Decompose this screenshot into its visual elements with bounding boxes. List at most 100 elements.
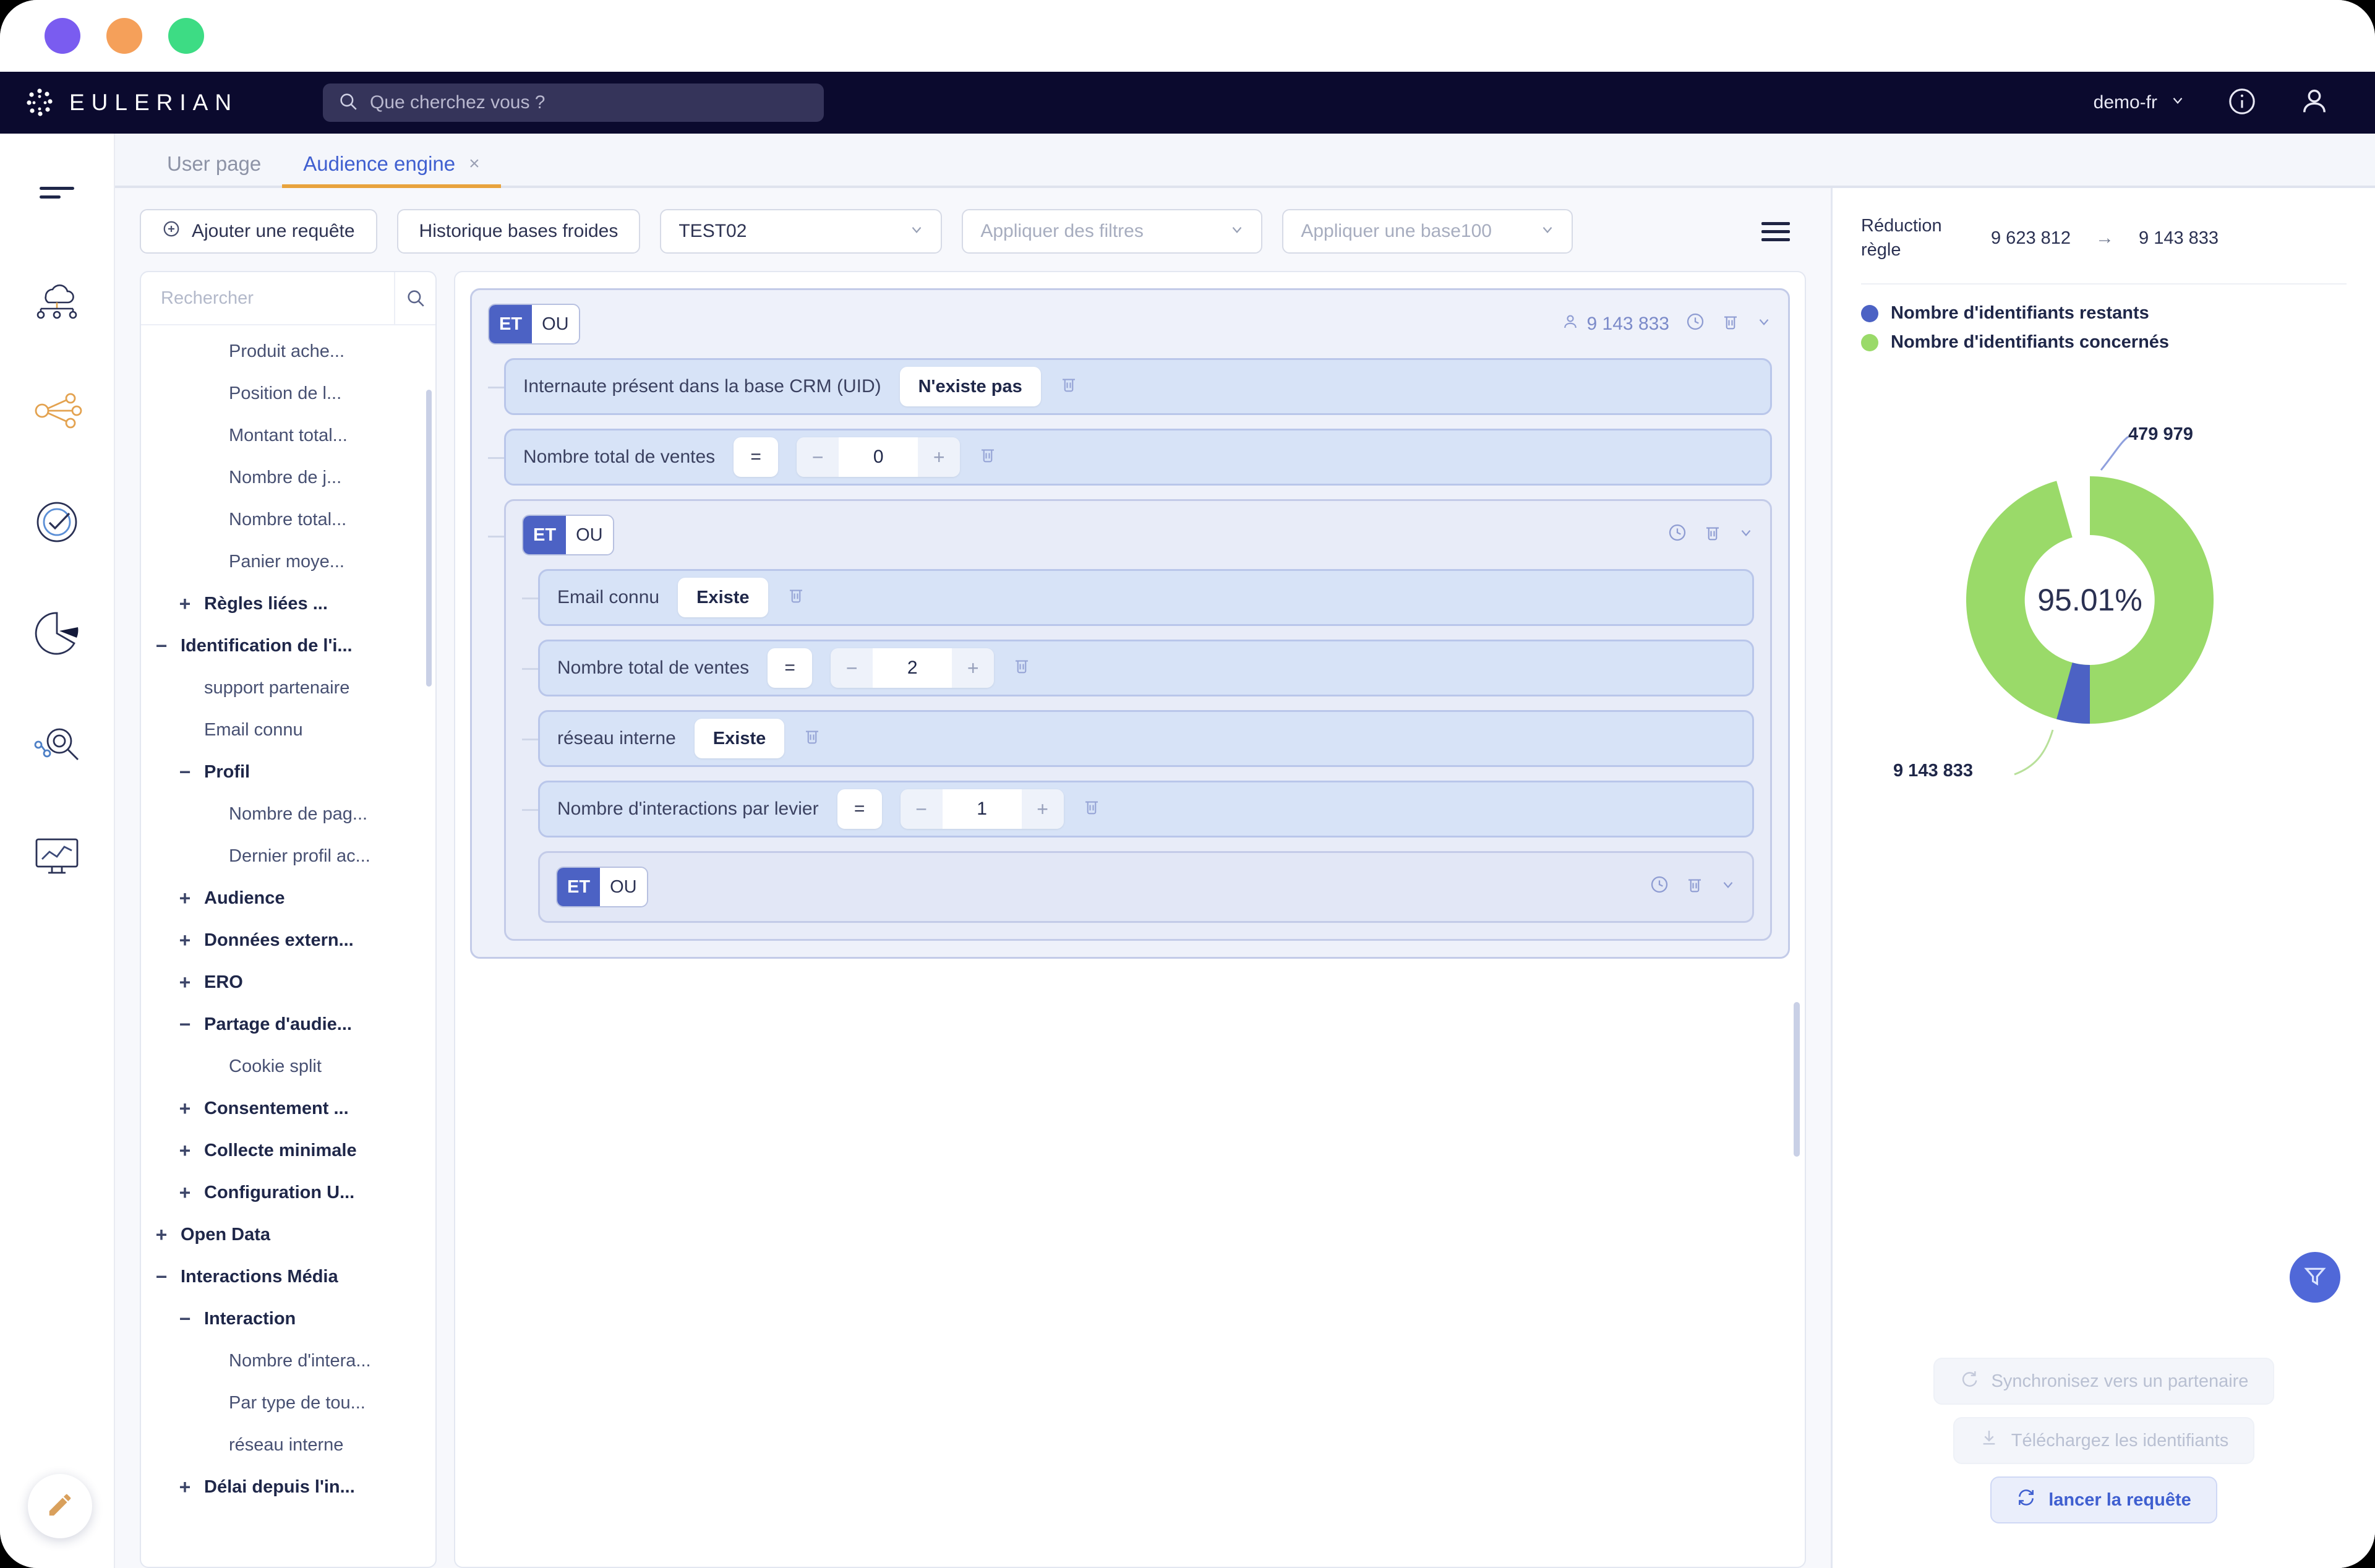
group-innermost-operator-toggle[interactable]: ET OU <box>556 867 648 907</box>
tree-node[interactable]: Nombre de j... <box>141 456 435 499</box>
stepper-value[interactable]: 2 <box>873 648 952 688</box>
stepper-decrement-button[interactable]: − <box>900 789 943 829</box>
rule-comparator[interactable]: = <box>734 437 779 477</box>
info-icon[interactable] <box>2227 86 2257 120</box>
edit-fab-button[interactable] <box>28 1474 92 1538</box>
tree-node[interactable]: + Données extern... <box>141 919 435 961</box>
tree-node[interactable]: Position de l... <box>141 372 435 414</box>
menu-icon[interactable] <box>22 158 92 228</box>
tree-scrollbar[interactable] <box>426 390 432 687</box>
tree-node[interactable]: Email connu <box>141 709 435 751</box>
stepper-increment-button[interactable]: + <box>1021 789 1064 829</box>
segment-select[interactable]: TEST02 <box>660 209 943 254</box>
tree-node[interactable]: + ERO <box>141 961 435 1003</box>
trash-icon[interactable] <box>1012 656 1031 680</box>
trash-icon[interactable] <box>1703 523 1722 547</box>
tree-node[interactable]: Nombre d'intera... <box>141 1340 435 1382</box>
history-icon[interactable] <box>1685 312 1705 336</box>
expand-icon[interactable]: + <box>173 1097 197 1120</box>
rule-operator-chip[interactable]: Existe <box>678 578 768 617</box>
history-icon[interactable] <box>1667 523 1687 547</box>
tab-audience-engine[interactable]: Audience engine × <box>282 152 502 188</box>
add-query-button[interactable]: Ajouter une requête <box>140 209 377 254</box>
history-icon[interactable] <box>1650 875 1669 899</box>
collapse-icon[interactable]: − <box>173 1308 197 1330</box>
chevron-down-icon[interactable] <box>1720 876 1736 898</box>
trash-icon[interactable] <box>787 586 805 609</box>
trash-icon[interactable] <box>1059 375 1078 398</box>
operator-ou[interactable]: OU <box>566 516 613 554</box>
tree-node[interactable]: − Interactions Média <box>141 1256 435 1298</box>
tree-node[interactable]: support partenaire <box>141 667 435 709</box>
sync-partner-button[interactable]: Synchronisez vers un partenaire <box>1933 1358 2275 1405</box>
tree-node[interactable]: + Consentement ... <box>141 1087 435 1129</box>
tree-node[interactable]: − Interaction <box>141 1298 435 1340</box>
tree-node[interactable]: + Règles liées ... <box>141 583 435 625</box>
download-identifiers-button[interactable]: Téléchargez les identifiants <box>1953 1417 2255 1464</box>
group-nested-operator-toggle[interactable]: ET OU <box>522 515 614 555</box>
tree-node[interactable]: Dernier profil ac... <box>141 835 435 877</box>
tree-node[interactable]: + Configuration U... <box>141 1172 435 1214</box>
rule-operator-chip[interactable]: Existe <box>694 719 785 758</box>
collapse-icon[interactable]: − <box>150 1266 173 1288</box>
tree-node[interactable]: + Délai depuis l'in... <box>141 1466 435 1508</box>
account-switcher[interactable]: demo-fr <box>2094 92 2186 113</box>
expand-icon[interactable]: + <box>173 1476 197 1499</box>
base100-select[interactable]: Appliquer une base100 <box>1282 209 1573 254</box>
tree-node[interactable]: Produit ache... <box>141 330 435 372</box>
chevron-down-icon[interactable] <box>1738 525 1754 546</box>
expand-icon[interactable]: + <box>173 929 197 952</box>
expand-icon[interactable]: + <box>173 593 197 615</box>
tab-user-page[interactable]: User page <box>146 152 282 186</box>
stepper-decrement-button[interactable]: − <box>797 437 839 477</box>
trash-icon[interactable] <box>1685 875 1704 899</box>
stepper-decrement-button[interactable]: − <box>831 648 873 688</box>
tree-node[interactable]: Nombre de pag... <box>141 793 435 835</box>
legend-item-affected[interactable]: Nombre d'identifiants concernés <box>1861 332 2347 353</box>
expand-icon[interactable]: + <box>173 887 197 910</box>
rule-operator-chip[interactable]: N'existe pas <box>899 367 1041 406</box>
expand-icon[interactable]: + <box>173 1139 197 1162</box>
rule-comparator[interactable]: = <box>837 789 882 829</box>
target-check-icon[interactable] <box>22 487 92 557</box>
tree-node[interactable]: Nombre total... <box>141 499 435 541</box>
chevron-down-icon[interactable] <box>1756 314 1772 335</box>
collapse-icon[interactable]: − <box>150 635 173 658</box>
collapse-icon[interactable]: − <box>173 761 197 784</box>
operator-et[interactable]: ET <box>489 305 533 343</box>
tree-search-input[interactable] <box>141 288 394 309</box>
filter-fab-button[interactable] <box>2290 1252 2340 1303</box>
tree-node[interactable]: + Collecte minimale <box>141 1129 435 1172</box>
tree-node[interactable]: − Profil <box>141 751 435 793</box>
operator-et[interactable]: ET <box>523 516 567 554</box>
hamburger-menu-icon[interactable] <box>1761 221 1806 241</box>
tree-node[interactable]: − Partage d'audie... <box>141 1003 435 1045</box>
tree-node[interactable]: + Open Data <box>141 1214 435 1256</box>
cloud-network-icon[interactable] <box>22 265 92 334</box>
operator-et[interactable]: ET <box>557 868 601 906</box>
tree-node[interactable]: Par type de tou... <box>141 1382 435 1424</box>
collapse-icon[interactable]: − <box>173 1013 197 1036</box>
tree-search-button[interactable] <box>394 272 435 324</box>
close-icon[interactable]: × <box>469 153 480 174</box>
trash-icon[interactable] <box>1082 797 1101 821</box>
legend-item-remaining[interactable]: Nombre d'identifiants restants <box>1861 303 2347 323</box>
window-minimize-button[interactable] <box>106 18 142 54</box>
rule-comparator[interactable]: = <box>768 648 813 688</box>
operator-ou[interactable]: OU <box>532 305 579 343</box>
trash-icon[interactable] <box>978 445 997 469</box>
tree-node[interactable]: Cookie split <box>141 1045 435 1087</box>
window-zoom-button[interactable] <box>168 18 204 54</box>
monitor-chart-icon[interactable] <box>22 821 92 891</box>
global-search[interactable]: Que cherchez vous ? <box>323 84 824 122</box>
user-icon[interactable] <box>2298 85 2330 121</box>
stepper-value[interactable]: 1 <box>942 789 1022 829</box>
operator-ou[interactable]: OU <box>600 868 647 906</box>
tree-node[interactable]: + Audience <box>141 877 435 919</box>
share-nodes-icon[interactable] <box>22 376 92 445</box>
pie-chart-icon[interactable] <box>22 599 92 668</box>
stepper-value[interactable]: 0 <box>839 437 918 477</box>
tree-node[interactable]: Panier moye... <box>141 541 435 583</box>
window-close-button[interactable] <box>45 18 80 54</box>
trash-icon[interactable] <box>803 727 821 750</box>
